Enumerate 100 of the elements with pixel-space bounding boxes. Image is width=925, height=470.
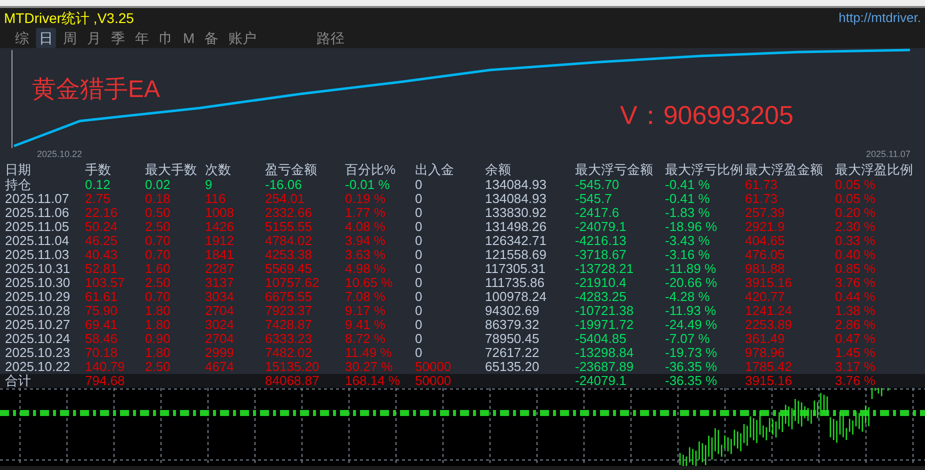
table-cell-text: 2287: [205, 262, 235, 276]
column-header: 最大手数: [145, 161, 198, 178]
website-link[interactable]: http://mtdriver.: [838, 8, 921, 28]
tab[interactable]: 年: [132, 28, 152, 48]
table-cell-text: 0: [415, 276, 424, 290]
table-cell-text: 4.08 %: [345, 220, 386, 234]
table-cell-text: 0.05 %: [835, 192, 876, 206]
table-cell-text: 40.43: [85, 248, 119, 262]
table-cell-text: 0.40 %: [835, 248, 876, 262]
table-cell-text: 0.85 %: [835, 262, 876, 276]
tab[interactable]: 路径: [314, 28, 348, 48]
table-cell-text: 100978.24: [485, 290, 548, 304]
tab[interactable]: 账户: [226, 28, 260, 48]
table-cell-text: 0.12: [85, 178, 112, 192]
table-cell-text: 140.79: [85, 360, 126, 374]
table-cell-text: -20.66 %: [665, 276, 718, 290]
table-cell-text: 1.60: [145, 262, 172, 276]
table-cell-text: -10721.38: [575, 304, 635, 318]
table-cell-text: 3915.16: [745, 276, 793, 290]
tab[interactable]: M: [180, 28, 198, 48]
table-cell-text: 4674: [205, 360, 235, 374]
table-cell-text: 0.90: [145, 332, 172, 346]
tab[interactable]: 综: [12, 28, 32, 48]
table-cell-text: 6675.55: [265, 290, 313, 304]
table-cell-text: 0.70: [145, 290, 172, 304]
table-cell-text: -4283.25: [575, 290, 628, 304]
table-cell-text: 2704: [205, 304, 235, 318]
column-header: 百分比%: [345, 161, 397, 178]
table-cell-text: 9.17 %: [345, 304, 386, 318]
table-cell-text: -16.06: [265, 178, 303, 192]
table-cell-text: 0.02: [145, 178, 172, 192]
table-cell-text: 3034: [205, 290, 235, 304]
table-cell-text: -18.96 %: [665, 220, 718, 234]
table-cell-text: 0.47 %: [835, 332, 876, 346]
table-cell-text: 1841: [205, 248, 235, 262]
date-cell-text: 2025.10.30: [5, 276, 72, 290]
table-cell-text: 0: [415, 346, 424, 360]
table-cell-text: 75.90: [85, 304, 119, 318]
table-cell-text: 15135.20: [265, 360, 320, 374]
table-cell-text: 1785.42: [745, 360, 793, 374]
table-cell-text: -24079.1: [575, 220, 628, 234]
row-label: 合计: [5, 374, 32, 388]
table-cell-text: 0: [415, 234, 424, 248]
table-cell-text: 131498.26: [485, 220, 548, 234]
tab[interactable]: 日: [36, 28, 56, 48]
tab[interactable]: 季: [108, 28, 128, 48]
table-cell-text: 7482.02: [265, 346, 313, 360]
table-cell-text: -3.16 %: [665, 248, 711, 262]
table-cell-text: 61.61: [85, 290, 119, 304]
table-cell-text: 103.57: [85, 276, 126, 290]
table-cell-text: 0: [415, 206, 424, 220]
table-cell-text: 9.41 %: [345, 318, 386, 332]
table-cell-text: -4.28 %: [665, 290, 711, 304]
table-cell-text: 4.98 %: [345, 262, 386, 276]
table-cell-text: 0.33 %: [835, 234, 876, 248]
table-cell-text: -11.93 %: [665, 304, 718, 318]
table-cell-text: 0.70: [145, 234, 172, 248]
date-cell-text: 2025.11.03: [5, 248, 70, 262]
table-cell-text: 0.20 %: [835, 206, 876, 220]
date-cell-text: 2025.11.05: [5, 220, 70, 234]
table-cell-text: -545.7: [575, 192, 613, 206]
table-cell-text: 168.14 %: [345, 374, 401, 388]
table-cell-text: 72617.22: [485, 346, 540, 360]
table-cell-text: -4216.13: [575, 234, 628, 248]
date-cell-text: 2025.11.07: [5, 192, 70, 206]
table-cell-text: 2921.9: [745, 220, 786, 234]
table-cell-text: 3.94 %: [345, 234, 386, 248]
date-cell-text: 2025.10.28: [5, 304, 72, 318]
table-cell-text: 1.80: [145, 318, 172, 332]
table-cell-text: 257.39: [745, 206, 786, 220]
table-cell-text: 50.24: [85, 220, 119, 234]
date-cell-text: 2025.10.27: [5, 318, 72, 332]
table-cell-text: 2.50: [145, 276, 172, 290]
tab[interactable]: 备: [202, 28, 222, 48]
table-cell-text: -19.73 %: [665, 346, 718, 360]
table-cell-text: -13298.84: [575, 346, 635, 360]
table-cell-text: 1008: [205, 206, 235, 220]
table-cell-text: 46.25: [85, 234, 119, 248]
tab[interactable]: 周: [60, 28, 80, 48]
table-cell-text: 111735.86: [485, 276, 546, 290]
table-cell-text: 1.80: [145, 346, 172, 360]
table-cell-text: 0.05 %: [835, 178, 876, 192]
table-cell-text: 1.38 %: [835, 304, 876, 318]
table-cell-text: 117305.31: [485, 262, 546, 276]
chart-date: 2025.11.07: [866, 148, 910, 161]
table-cell-text: 2.50: [145, 360, 172, 374]
table-cell-text: -3718.67: [575, 248, 628, 262]
table-cell-text: 2.30 %: [835, 220, 876, 234]
table-cell-text: 0: [415, 178, 424, 192]
table-cell-text: 3.17 %: [835, 360, 876, 374]
table-cell-text: 84068.87: [265, 374, 320, 388]
table-cell-text: -0.41 %: [665, 192, 711, 206]
table-cell-text: 69.41: [85, 318, 119, 332]
table-cell-text: 78950.45: [485, 332, 540, 346]
tab[interactable]: 巾: [156, 28, 176, 48]
table-cell-text: 0: [415, 192, 424, 206]
table-cell-text: 3.63 %: [345, 248, 386, 262]
column-header: 最大浮盈金额: [745, 161, 824, 178]
table-cell-text: 0: [415, 318, 424, 332]
tab[interactable]: 月: [84, 28, 104, 48]
